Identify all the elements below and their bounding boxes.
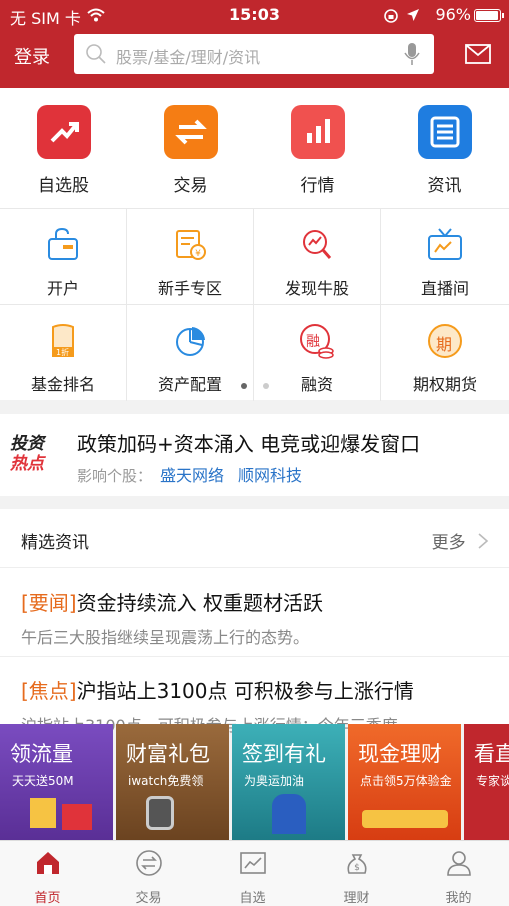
more-link[interactable]: 更多 <box>432 528 489 553</box>
tab-mine[interactable]: 我的 <box>408 849 509 906</box>
banner-wealth-gift[interactable]: 财富礼包 iwatch免费领 <box>116 724 229 840</box>
search-placeholder: 股票/基金/理财/资讯 <box>116 48 261 67</box>
stock-link[interactable]: 顺网科技 <box>238 466 302 485</box>
main-shortcuts: 自选股 交易 行情 资讯 <box>0 88 509 208</box>
stock-link[interactable]: 盛天网络 <box>160 466 224 485</box>
tab-bar: 首页 交易 自选 $ 理财 我的 <box>0 840 509 906</box>
service-live-room[interactable]: 直播间 <box>381 209 509 305</box>
rotation-lock-icon <box>384 9 398 23</box>
money-bag-icon: $ <box>346 854 367 874</box>
service-grid: 开户 ¥ 新手专区 发现牛股 直播间 1折 基金排名 资产配置 融 融资 期 期… <box>0 208 509 401</box>
pie-chart-icon <box>170 321 210 361</box>
fund-rank-icon: 1折 <box>43 321 83 361</box>
tab-watchlist[interactable]: 自选 <box>202 849 303 906</box>
tv-icon <box>425 225 465 265</box>
shortcut-market[interactable]: 行情 <box>254 105 381 196</box>
login-button[interactable]: 登录 <box>14 43 50 69</box>
list-item[interactable]: [要闻]资金持续流入 权重题材活跃 午后三大股指继续呈现震荡上行的态势。 <box>21 587 491 648</box>
clock: 15:03 <box>229 5 280 24</box>
yen-card-icon: ¥ <box>170 225 210 265</box>
service-newbie[interactable]: ¥ 新手专区 <box>127 209 254 305</box>
banner-cash-finance[interactable]: 现金理财 点击领5万体验金 <box>348 724 461 840</box>
exchange-icon <box>163 105 218 159</box>
banner-data-gift[interactable]: 领流量 天天送50M <box>0 724 113 840</box>
shortcut-watchlist[interactable]: 自选股 <box>0 105 127 196</box>
options-icon: 期 <box>425 321 465 361</box>
microphone-icon[interactable] <box>404 42 420 66</box>
service-open-account[interactable]: 开户 <box>0 209 127 305</box>
bar-chart-icon <box>290 105 345 159</box>
lock-card-icon <box>43 225 83 265</box>
service-discover-stocks[interactable]: 发现牛股 <box>254 209 381 305</box>
promo-banners: 领流量 天天送50M 财富礼包 iwatch免费领 签到有礼 为奥运加油 现金理财 点击… <box>0 724 509 840</box>
battery-icon <box>474 9 504 22</box>
magnifier-chart-icon <box>297 225 337 265</box>
fund-badge: 1折 <box>56 348 70 357</box>
person-icon <box>446 851 471 876</box>
chevron-right-icon <box>478 533 489 549</box>
search-bar[interactable]: 股票/基金/理财/资讯 <box>74 34 434 74</box>
section-title: 精选资讯 <box>21 533 89 553</box>
app-header: 登录 股票/基金/理财/资讯 <box>0 30 509 88</box>
chart-box-icon <box>239 852 266 874</box>
investment-hotspot[interactable]: 投资 热点 政策加码+资本涌入 电竞或迎爆发窗口 影响个股： 盛天网络 顺网科技 <box>0 414 509 496</box>
svg-text:¥: ¥ <box>195 249 201 259</box>
mail-icon[interactable] <box>465 44 491 64</box>
featured-news: 精选资讯 更多 [要闻]资金持续流入 权重题材活跃 午后三大股指继续呈现震荡上行… <box>0 509 509 735</box>
page-indicator <box>0 381 509 392</box>
search-icon <box>86 44 106 64</box>
shortcut-news[interactable]: 资讯 <box>381 105 508 196</box>
battery-percent: 96% <box>435 5 471 24</box>
banner-checkin[interactable]: 签到有礼 为奥运加油 <box>232 724 345 840</box>
home-icon <box>36 852 59 874</box>
trend-up-icon <box>36 105 91 159</box>
exchange-circle-icon <box>135 850 162 876</box>
news-icon <box>417 105 472 159</box>
location-icon <box>407 9 419 21</box>
svg-text:$: $ <box>354 863 360 873</box>
shortcut-trade[interactable]: 交易 <box>127 105 254 196</box>
banner-live[interactable]: 看直 专家谈 <box>464 724 509 840</box>
hotspot-stocks: 影响个股： 盛天网络 顺网科技 <box>77 466 303 485</box>
tab-trade[interactable]: 交易 <box>98 849 199 906</box>
hotspot-logo: 投资 热点 <box>10 434 44 474</box>
status-bar: 无 SIM 卡 15:03 96% <box>0 0 509 30</box>
tab-finance[interactable]: $ 理财 <box>306 849 407 906</box>
hotspot-headline[interactable]: 政策加码+资本涌入 电竞或迎爆发窗口 <box>77 428 420 457</box>
finance-coins-icon: 融 <box>297 321 337 361</box>
tab-home[interactable]: 首页 <box>0 849 98 906</box>
